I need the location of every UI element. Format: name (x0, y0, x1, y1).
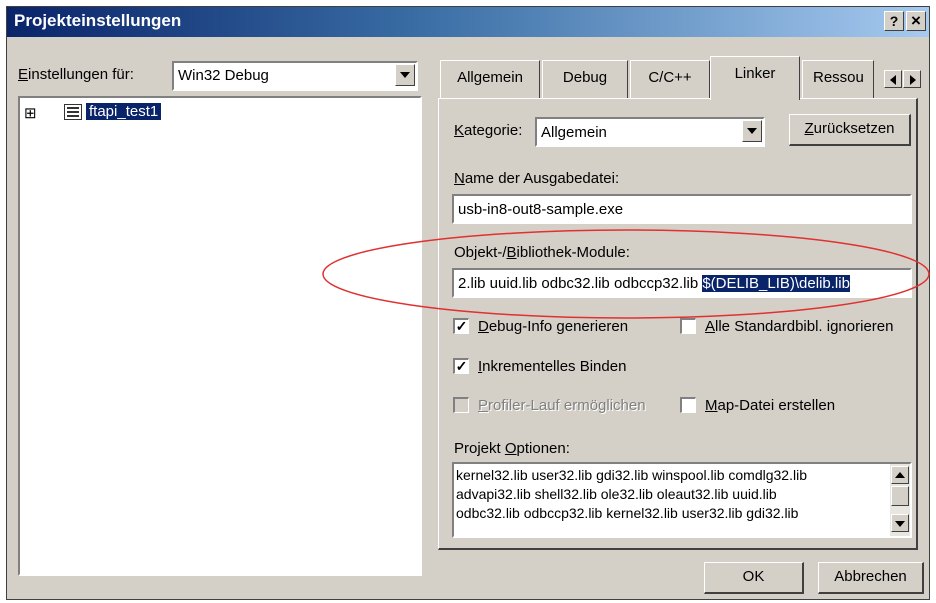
project-options-label: Projekt Optionen: (454, 440, 570, 457)
output-file-label: Name der Ausgabedatei: (454, 170, 620, 187)
tab-scroll-right[interactable] (903, 70, 921, 88)
debug-info-checkbox[interactable]: ✓ (453, 318, 469, 334)
chevron-left-icon (890, 75, 896, 85)
modules-label: Objekt-/Bibliothek-Module: (454, 244, 630, 261)
tab-ressourcen[interactable]: Ressou (802, 60, 874, 98)
category-combobox[interactable]: Allgemein (535, 117, 765, 147)
tab-c-cpp[interactable]: C/C++ (630, 60, 710, 98)
modules-value: 2.lib uuid.lib odbc32.lib odbccp32.lib (458, 275, 703, 292)
ignore-libs-label: Alle Standardbibl. ignorieren (705, 318, 894, 335)
ok-button[interactable]: OK (704, 562, 804, 594)
mapfile-label: Map-Datei erstellen (705, 397, 836, 414)
tree-expand-icon[interactable]: ⊞ (24, 104, 37, 122)
profiler-label: Profiler-Lauf ermöglichen (478, 397, 646, 414)
options-scrollbar[interactable] (890, 464, 910, 536)
scroll-down-button[interactable] (891, 514, 909, 532)
project-icon (64, 104, 82, 120)
ignore-libs-checkbox[interactable] (680, 318, 696, 334)
project-tree[interactable] (18, 96, 422, 576)
config-combobox-value: Win32 Debug (178, 67, 269, 84)
close-button[interactable]: × (906, 11, 926, 31)
incremental-link-label: Inkrementelles Binden (478, 358, 627, 375)
incremental-link-checkbox[interactable]: ✓ (453, 358, 469, 374)
chevron-down-icon (400, 72, 410, 78)
tab-scroll-left[interactable] (884, 70, 902, 88)
cancel-button[interactable]: Abbrechen (818, 562, 924, 594)
debug-info-label: Debug-Info generieren (478, 318, 629, 335)
tab-allgemein[interactable]: Allgemein (440, 60, 540, 98)
modules-input[interactable]: 2.lib uuid.lib odbc32.lib odbccp32.lib $… (452, 268, 912, 298)
scroll-thumb[interactable] (891, 486, 909, 506)
project-options-textarea[interactable]: kernel32.lib user32.lib gdi32.lib winspo… (452, 462, 912, 538)
reset-button[interactable]: Zurücksetzen (789, 114, 911, 146)
tab-debug[interactable]: Debug (542, 60, 628, 98)
chevron-up-icon (895, 472, 905, 478)
output-file-input[interactable]: usb-in8-out8-sample.exe (452, 194, 912, 224)
options-line: advapi32.lib shell32.lib ole32.lib oleau… (456, 486, 777, 502)
modules-selected-text: $(DELIB_LIB)\delib.lib (702, 275, 850, 292)
window-title: Projekteinstellungen (14, 11, 182, 30)
help-button[interactable]: ? (884, 11, 904, 31)
config-dropdown-button[interactable] (395, 64, 415, 86)
category-label: Kategorie: (454, 122, 523, 139)
tab-linker[interactable]: Linker (710, 56, 800, 100)
options-line: odbc32.lib odbccp32.lib kernel32.lib use… (456, 505, 799, 521)
category-dropdown-button[interactable] (742, 120, 762, 142)
options-line: kernel32.lib user32.lib gdi32.lib winspo… (456, 467, 807, 483)
config-combobox[interactable]: Win32 Debug (172, 61, 418, 91)
mapfile-checkbox[interactable] (680, 397, 696, 413)
chevron-down-icon (895, 521, 905, 527)
category-combobox-value: Allgemein (541, 124, 607, 141)
scroll-up-button[interactable] (891, 466, 909, 484)
tree-item-project[interactable]: ftapi_test1 (86, 103, 162, 120)
settings-for-label: Einstellungen für: (18, 66, 134, 83)
chevron-right-icon (910, 75, 916, 85)
profiler-checkbox (453, 397, 469, 413)
chevron-down-icon (747, 128, 757, 134)
